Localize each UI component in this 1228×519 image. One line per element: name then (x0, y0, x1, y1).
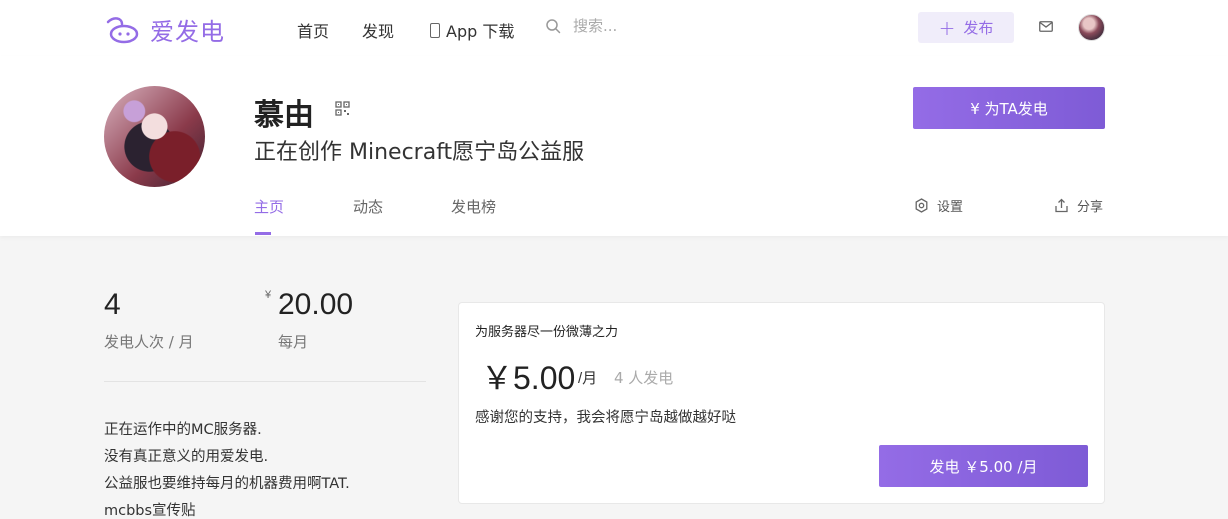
logo[interactable]: 爱发电 (104, 12, 225, 47)
share-button[interactable]: 分享 (1054, 196, 1103, 215)
settings-label: 设置 (937, 200, 964, 215)
logo-text: 爱发电 (150, 18, 225, 46)
monthly-amount: 20.00 (278, 288, 354, 321)
description-line: mcbbs宣传贴 (104, 503, 196, 519)
logo-icon (106, 16, 139, 43)
publish-label: 发布 (963, 19, 994, 37)
plan-supporter-count: 4 人发电 (614, 369, 674, 387)
settings-button[interactable]: 设置 (914, 196, 963, 215)
plan-title: 为服务器尽一份微薄之力 (475, 325, 619, 340)
monthly-amount-label: 每月 (278, 333, 309, 351)
share-label: 分享 (1077, 200, 1104, 215)
search-box[interactable] (545, 17, 693, 35)
nav-discover-link[interactable]: 发现 (362, 18, 394, 42)
plus-icon: + (938, 15, 956, 40)
description-line: 正在运作中的MC服务器. (104, 422, 262, 438)
creator-subtitle: 正在创作 Minecraft愿宁岛公益服 (254, 140, 585, 165)
tab-home[interactable]: 主页 (254, 196, 284, 217)
creator-avatar (104, 86, 205, 187)
sponsor-count-label: 发电人次 / 月 (104, 333, 194, 351)
phone-icon (430, 22, 440, 38)
gear-icon (915, 198, 928, 213)
mail-icon[interactable] (1039, 21, 1053, 32)
profile-header: 慕由 正在创作 Minecraft愿宁岛公益服 ¥ 为TA发电 主页 动态 发电… (0, 56, 1228, 236)
search-icon (546, 19, 561, 34)
description-line: 没有真正意义的用爱发电. (104, 449, 269, 465)
active-tab-indicator (255, 232, 271, 235)
publish-button[interactable]: + 发布 (918, 12, 1014, 43)
currency-symbol: ¥ (265, 289, 272, 301)
top-nav: 爱发电 首页 发现 App 下载 + 发布 (0, 0, 1228, 56)
search-input[interactable] (573, 17, 693, 35)
divider (104, 381, 426, 382)
creator-name: 慕由 (254, 98, 314, 133)
nav-app-download-label: App 下载 (446, 22, 515, 41)
tab-feed[interactable]: 动态 (353, 196, 383, 217)
qr-code-icon[interactable] (335, 101, 350, 116)
nav-home-link[interactable]: 首页 (297, 18, 329, 42)
plan-sponsor-button[interactable]: 发电 ￥5.00 /月 (879, 445, 1088, 487)
description-line: 公益服也要维持每月的机器费用啊TAT. (104, 476, 350, 492)
nav-app-download-link[interactable]: App 下载 (430, 18, 514, 42)
plan-price: ￥5.00 (481, 360, 576, 396)
tab-leaderboard[interactable]: 发电榜 (451, 196, 496, 217)
sponsor-count: 4 (104, 288, 121, 321)
sponsor-button[interactable]: ¥ 为TA发电 (913, 87, 1105, 129)
user-avatar[interactable] (1078, 14, 1105, 41)
plan-card: 为服务器尽一份微薄之力 ￥5.00 /月 4 人发电 感谢您的支持，我会将愿宁岛… (458, 302, 1105, 504)
share-icon (1055, 198, 1068, 213)
plan-description: 感谢您的支持，我会将愿宁岛越做越好哒 (475, 410, 736, 426)
plan-unit: /月 (578, 370, 598, 387)
